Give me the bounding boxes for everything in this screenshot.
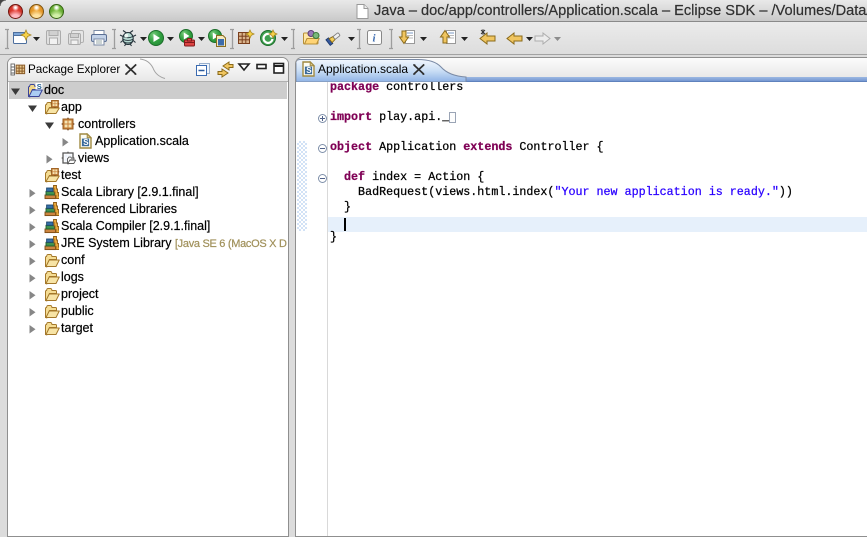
svg-text:Application.scala: Application.scala (318, 62, 408, 76)
svg-text:Package Explorer: Package Explorer (28, 63, 120, 76)
